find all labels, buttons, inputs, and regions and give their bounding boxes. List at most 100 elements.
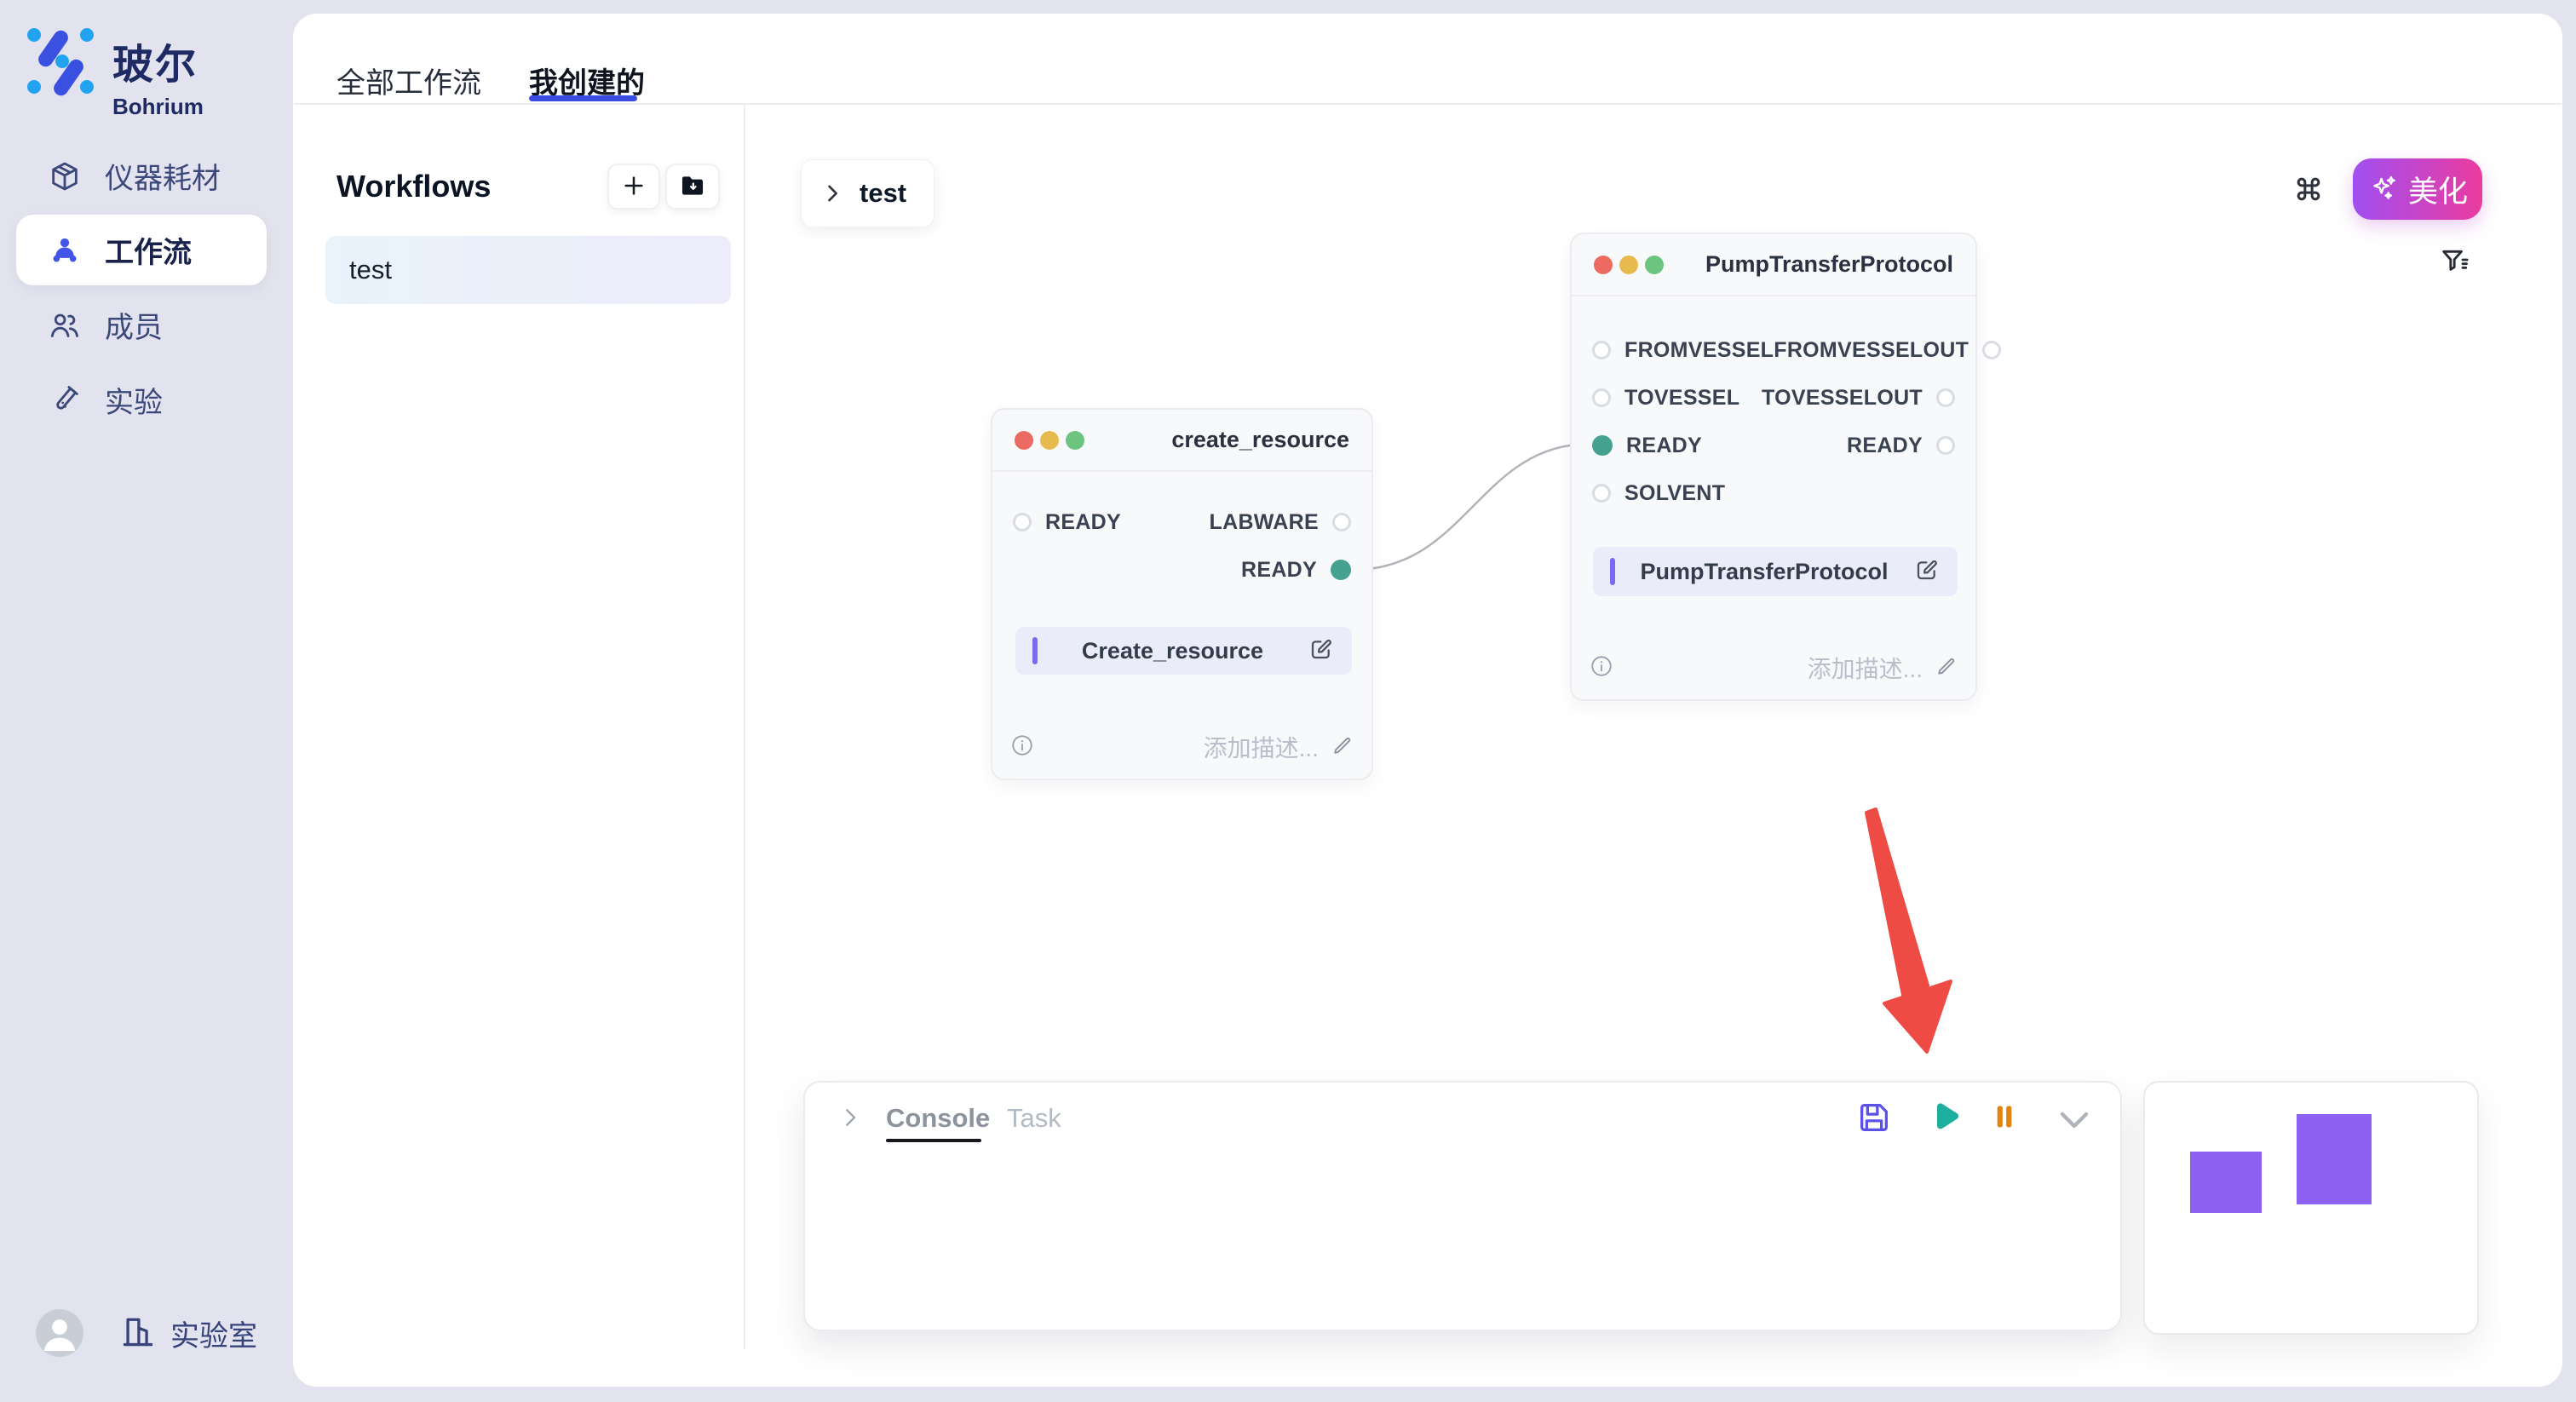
save-icon[interactable] [1854,1098,1894,1141]
node-ports: FROMVESSEL FROMVESSELOUT TOVESSEL TOVESS… [1592,326,1955,517]
box-icon [48,159,82,193]
workflow-list-item[interactable]: test [325,236,731,304]
info-icon[interactable] [1009,733,1035,762]
folder-download-icon [678,171,707,203]
node-footer: 添加描述... [1589,648,1958,687]
console-panel: Console Task [803,1081,2122,1331]
bohrium-logo-icon [23,23,98,102]
node-title: PumpTransferProtocol [1705,251,1953,278]
tab-divider [294,103,2562,105]
sidebar-item-label: 工作流 [105,229,192,271]
chevron-right-icon [820,181,844,205]
add-workflow-button[interactable] [607,164,660,210]
building-icon [119,1313,157,1354]
members-icon [48,308,82,342]
node-action-label: Create_resource [1038,638,1308,664]
chevron-right-icon[interactable] [837,1105,863,1135]
traffic-dot-red [1015,431,1033,450]
node-action-bar[interactable]: Create_resource [1015,627,1352,675]
minimap[interactable] [2143,1081,2479,1335]
edit-icon[interactable] [1308,635,1335,667]
sidebar-item-members[interactable]: 成员 [16,290,267,360]
traffic-dot-green [1066,431,1084,450]
sidebar-item-experiment[interactable]: 实验 [16,365,267,435]
chevron-down-icon[interactable] [2054,1103,2095,1141]
port-handle[interactable] [1592,484,1611,503]
workflow-icon [48,233,82,267]
minimap-node-rect [2190,1152,2262,1213]
pause-icon[interactable] [1987,1100,2021,1138]
port-handle[interactable] [1936,388,1955,407]
output-port-fromvesselout[interactable]: FROMVESSELOUT [1774,338,2001,363]
command-icon[interactable] [2291,172,2326,210]
breadcrumb[interactable]: test [801,159,934,227]
description-placeholder[interactable]: 添加描述... [1204,730,1319,764]
node-footer: 添加描述... [1009,727,1354,767]
node-title: create_resource [1171,427,1349,453]
workflows-panel-title: Workflows [336,169,491,204]
breadcrumb-label: test [860,178,906,209]
console-tab-underline [886,1139,981,1142]
pencil-icon[interactable] [1331,733,1354,761]
plus-icon [620,172,647,202]
active-tab-underline [529,95,637,101]
tab-console[interactable]: Console [886,1103,990,1134]
import-folder-button[interactable] [665,164,720,210]
workflow-editor-app: 玻尔 Bohrium 仪器耗材 工作流 [0,0,2576,1402]
node-pump-transfer-protocol[interactable]: PumpTransferProtocol FROMVESSEL FROMVESS… [1570,233,1977,701]
output-port-ready[interactable]: READY [1241,558,1351,583]
port-handle[interactable] [1592,388,1611,407]
traffic-dot-green [1645,256,1664,274]
sidebar-footer: 实验室 [36,1309,257,1357]
traffic-dot-red [1594,256,1613,274]
node-create-resource[interactable]: create_resource READY LABWARE READY [991,408,1373,780]
sidebar-item-equipment[interactable]: 仪器耗材 [16,141,267,211]
lab-label: 实验室 [170,1313,257,1354]
port-handle-connected[interactable] [1592,435,1613,456]
tab-task[interactable]: Task [1007,1103,1061,1134]
workflow-item-name: test [349,255,392,285]
port-handle[interactable] [1936,436,1955,455]
node-action-bar[interactable]: PumpTransferProtocol [1593,547,1958,596]
description-placeholder[interactable]: 添加描述... [1808,651,1923,685]
input-port-ready[interactable]: READY [1592,434,1702,458]
sidebar-item-label: 实验 [105,379,163,421]
play-icon[interactable] [1923,1096,1964,1141]
pencil-icon[interactable] [1935,654,1958,682]
output-port-labware[interactable]: LABWARE [1210,510,1351,535]
input-port-tovessel[interactable]: TOVESSEL [1592,386,1739,411]
sidebar-item-label: 成员 [105,304,163,346]
beautify-label: 美化 [2408,168,2468,211]
output-port-tovesselout[interactable]: TOVESSELOUT [1762,386,1955,411]
node-ports: READY LABWARE READY [1013,498,1351,594]
minimap-node-rect [2297,1114,2372,1204]
sparkles-icon [2367,172,2400,207]
input-port-fromvessel[interactable]: FROMVESSEL [1592,338,1774,363]
filter-icon[interactable] [2438,244,2472,283]
output-port-ready[interactable]: READY [1847,434,1955,458]
port-handle[interactable] [1013,513,1032,531]
traffic-dot-yellow [1619,256,1638,274]
experiment-icon [48,383,82,417]
panel-divider [744,105,745,1349]
node-header: create_resource [992,410,1371,472]
bohrium-wordmark: 玻尔 Bohrium [112,31,204,120]
edit-icon[interactable] [1913,556,1941,588]
logo-subtitle: Bohrium [112,94,204,120]
port-handle[interactable] [1592,341,1611,359]
node-header: PumpTransferProtocol [1572,234,1975,296]
beautify-button[interactable]: 美化 [2353,158,2482,220]
tab-all-workflows[interactable]: 全部工作流 [336,60,481,101]
lab-selector[interactable]: 实验室 [119,1313,257,1354]
user-avatar[interactable] [36,1309,83,1357]
port-handle-connected[interactable] [1331,560,1351,580]
sidebar-item-workflow[interactable]: 工作流 [16,215,267,285]
port-handle[interactable] [1982,341,2001,359]
node-action-label: PumpTransferProtocol [1615,559,1913,585]
input-port-ready[interactable]: READY [1013,510,1121,535]
logo-title: 玻尔 [112,31,204,90]
traffic-dot-yellow [1040,431,1059,450]
info-icon[interactable] [1589,653,1614,683]
port-handle[interactable] [1332,513,1351,531]
input-port-solvent[interactable]: SOLVENT [1592,481,1725,506]
